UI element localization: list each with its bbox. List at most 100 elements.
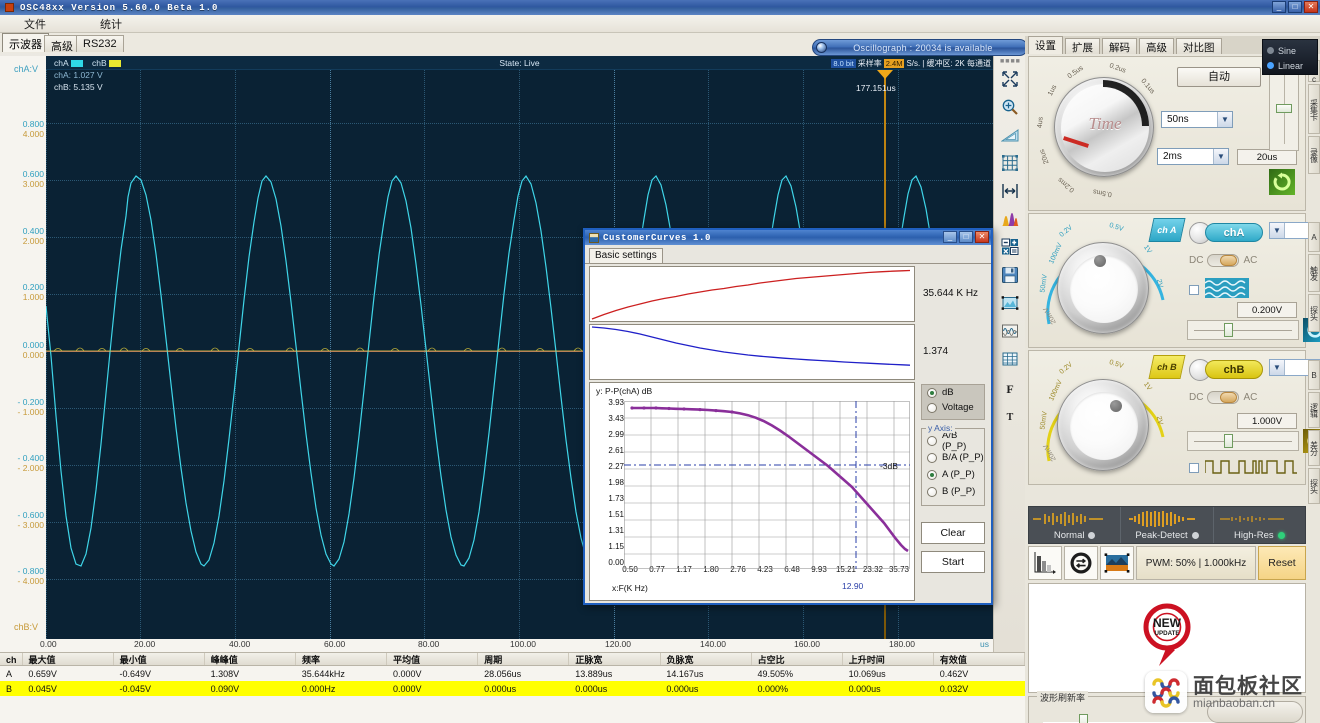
timebase-fine-combo[interactable]: 50ns ▼ (1161, 111, 1233, 128)
f-label-icon[interactable]: F (997, 376, 1023, 402)
timebase-knob[interactable]: Time (1054, 77, 1154, 177)
side-tab-differential[interactable]: 差分 (1308, 430, 1320, 466)
dialog-minimize-button[interactable]: _ (943, 231, 957, 243)
auto-button[interactable]: 自动 (1177, 67, 1261, 87)
cha-coupling-control[interactable]: DC AC (1189, 254, 1257, 267)
chevron-down-icon[interactable]: ▼ (1270, 223, 1285, 238)
channel-b-volts-knob[interactable] (1057, 379, 1149, 471)
mode-db-row[interactable]: dB (922, 385, 984, 400)
side-tab-logic[interactable]: 逻辑 (1308, 392, 1320, 428)
source-linear-row[interactable]: Linear (1267, 58, 1317, 73)
yaxis-b-radio[interactable] (927, 486, 937, 497)
chb-offset-slider[interactable] (1187, 431, 1299, 451)
chb-enable-pill[interactable]: chB (1205, 360, 1263, 379)
mode-voltage-row[interactable]: Voltage (922, 400, 984, 415)
dialog-tab-basic-settings[interactable]: Basic settings (589, 248, 663, 263)
maximize-button[interactable]: □ (1288, 1, 1302, 13)
rtab-extend[interactable]: 扩展 (1065, 38, 1100, 54)
yaxis-ab-radio[interactable] (927, 435, 937, 446)
digital-wave-icon[interactable] (1204, 455, 1297, 482)
t-label-icon[interactable]: T (997, 404, 1023, 430)
bar-chart-icon[interactable] (1028, 546, 1062, 580)
source-sine-radio[interactable] (1267, 47, 1274, 54)
waveform-window-icon[interactable] (997, 318, 1023, 344)
rtab-decode[interactable]: 解码 (1102, 38, 1137, 54)
dialog-close-button[interactable]: ✕ (975, 231, 989, 243)
table-icon[interactable] (997, 346, 1023, 372)
cha-enable-pill[interactable]: chA (1205, 223, 1263, 242)
fft-histogram-icon[interactable] (997, 206, 1023, 232)
side-tab-record[interactable]: 录像 (1308, 136, 1320, 174)
dialog-maximize-button[interactable]: □ (959, 231, 973, 243)
pwm-button[interactable]: PWM: 50% | 1.000kHz (1136, 546, 1256, 580)
tab-rs232[interactable]: RS232 (76, 35, 124, 52)
side-tab-a[interactable]: A (1308, 222, 1320, 252)
update-notification[interactable]: Oscillograph : 20034 is available (812, 39, 1028, 56)
yaxis-ba-row[interactable]: B/A (P_P) (922, 450, 984, 465)
mode-voltage-radio[interactable] (927, 402, 937, 413)
acq-highres-radio[interactable] (1277, 532, 1285, 539)
source-sine-row[interactable]: Sine (1267, 43, 1317, 58)
slider-thumb[interactable] (1224, 434, 1233, 448)
analog-wave-icon[interactable] (1204, 278, 1249, 303)
rtab-advanced[interactable]: 高级 (1139, 38, 1174, 54)
slider-thumb[interactable] (1224, 323, 1233, 337)
side-tab-b[interactable]: B (1308, 360, 1320, 390)
chevron-down-icon[interactable]: ▼ (1270, 360, 1285, 375)
cha-offset-slider[interactable] (1187, 320, 1299, 340)
gear-transfer-icon[interactable] (1064, 546, 1098, 580)
triangle-measure-icon[interactable] (997, 122, 1023, 148)
chevron-down-icon[interactable]: ▼ (1213, 149, 1228, 164)
rtab-settings[interactable]: 设置 (1028, 36, 1063, 54)
chevron-down-icon[interactable]: ▼ (1217, 112, 1232, 127)
acq-mode-peak-detect[interactable]: Peak-Detect (1121, 507, 1214, 543)
channel-a-volts-knob[interactable] (1057, 242, 1149, 334)
slider-thumb[interactable] (1079, 714, 1088, 723)
side-tab-probe-b[interactable]: 探头 (1308, 468, 1320, 504)
menu-item-file[interactable]: 文件 (14, 16, 56, 32)
timebase-coarse-combo[interactable]: 2ms ▼ (1157, 148, 1229, 165)
landscape-icon[interactable] (1100, 546, 1134, 580)
tab-advanced[interactable]: 高级 (44, 35, 80, 53)
refresh-icon[interactable] (1269, 169, 1295, 195)
zoom-in-icon[interactable] (997, 94, 1023, 120)
rtab-compare[interactable]: 对比图 (1176, 38, 1222, 54)
close-button[interactable]: ✕ (1304, 1, 1318, 13)
acq-mode-high-res[interactable]: High-Res (1214, 507, 1305, 543)
clear-button[interactable]: Clear (921, 522, 985, 544)
trigger-marker-icon[interactable] (877, 70, 893, 79)
save-icon[interactable] (997, 262, 1023, 288)
slider-thumb[interactable] (1276, 104, 1292, 113)
chb-coupling-toggle[interactable] (1207, 391, 1240, 404)
yaxis-ab-row[interactable]: A/B (P_P) (922, 430, 984, 452)
acq-peak-radio[interactable] (1191, 532, 1199, 539)
side-tab-capture-card[interactable]: 采集卡 (1308, 84, 1320, 134)
timebase-position-slider[interactable] (1269, 63, 1299, 151)
math-operations-icon[interactable] (997, 234, 1023, 260)
mode-db-radio[interactable] (927, 387, 937, 398)
minimize-button[interactable]: _ (1272, 1, 1286, 13)
table-row[interactable]: A 0.659V -0.649V 1.308V 35.644kHz 0.000V… (0, 666, 1025, 681)
cha-display-checkbox[interactable] (1189, 285, 1199, 295)
start-button[interactable]: Start (921, 551, 985, 573)
yaxis-ba-radio[interactable] (927, 452, 937, 463)
grid-icon[interactable] (997, 150, 1023, 176)
new-update-badge[interactable]: NEW UPDATE (1137, 602, 1197, 674)
customer-curves-dialog[interactable]: CustomerCurves 1.0 _ □ ✕ Basic settings … (583, 228, 993, 605)
yaxis-a-radio[interactable] (927, 469, 937, 480)
acq-mode-normal[interactable]: Normal (1029, 507, 1122, 543)
move-arrows-icon[interactable] (997, 66, 1023, 92)
yaxis-b-row[interactable]: B (P_P) (922, 484, 984, 499)
reset-button[interactable]: Reset (1258, 546, 1306, 580)
chb-coupling-control[interactable]: DC AC (1189, 391, 1257, 404)
yaxis-a-row[interactable]: A (P_P) (922, 467, 984, 482)
horizontal-measure-icon[interactable] (997, 178, 1023, 204)
tab-oscilloscope[interactable]: 示波器 (2, 33, 49, 52)
menu-item-statistics[interactable]: 统计 (90, 16, 132, 32)
cha-coupling-toggle[interactable] (1207, 254, 1240, 267)
side-tab-trigger[interactable]: 触发 (1308, 254, 1320, 292)
source-linear-radio[interactable] (1267, 62, 1274, 69)
acq-normal-radio[interactable] (1088, 532, 1096, 539)
table-row[interactable]: B 0.045V -0.045V 0.090V 0.000Hz 0.000V 0… (0, 681, 1025, 696)
screenshot-icon[interactable] (997, 290, 1023, 316)
